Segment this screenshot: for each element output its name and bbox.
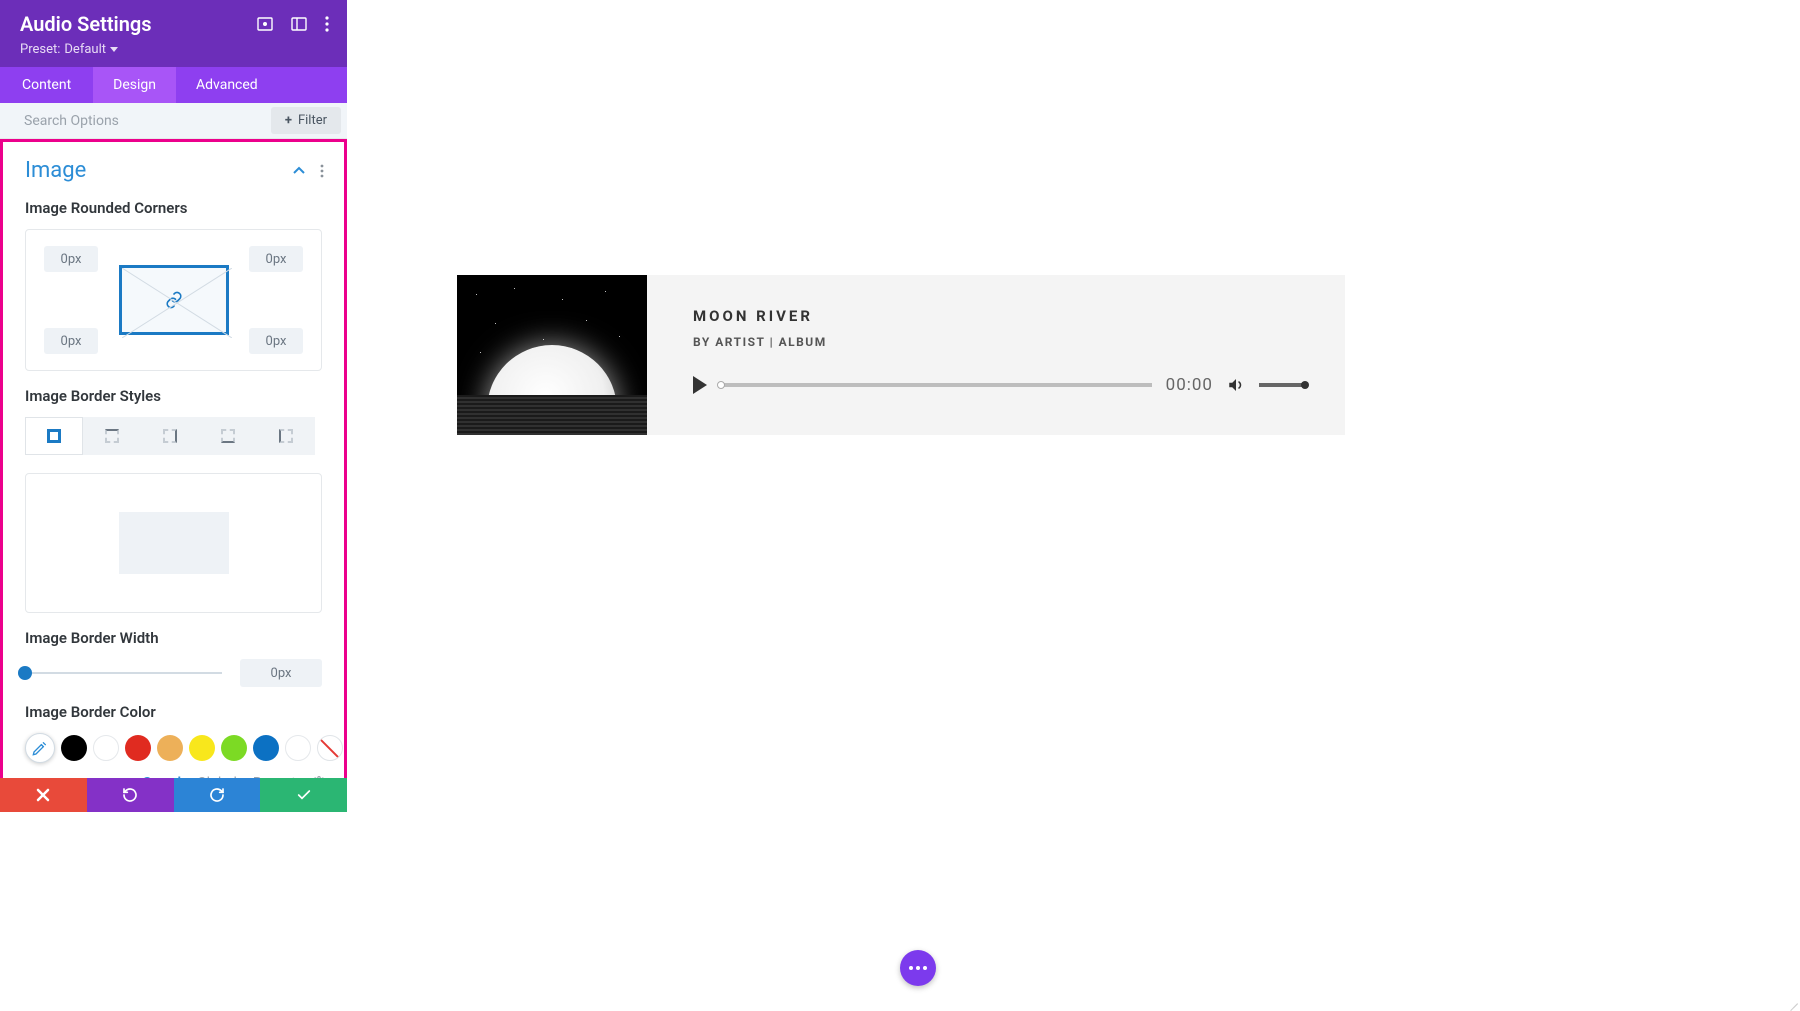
panel-header: Audio Settings Preset: Default — [0, 0, 347, 67]
swatch-white-1[interactable] — [93, 735, 119, 761]
preset-label: Preset: — [20, 42, 60, 57]
border-width-label: Image Border Width — [25, 629, 322, 647]
border-width-group: Image Border Width — [3, 623, 344, 697]
volume-slider[interactable] — [1259, 383, 1305, 387]
swatch-none[interactable] — [317, 735, 343, 761]
panel-title: Audio Settings — [20, 12, 257, 36]
swatch-yellow[interactable] — [189, 735, 215, 761]
preview-stage: MOON RIVER BY ARTIST | ALBUM 00:00 — [347, 0, 1800, 1006]
audio-module: MOON RIVER BY ARTIST | ALBUM 00:00 — [457, 275, 1345, 435]
responsive-icon[interactable] — [257, 16, 273, 32]
caret-down-icon — [110, 47, 118, 52]
preset-selector[interactable]: Preset: Default — [20, 42, 331, 57]
border-style-right[interactable] — [141, 417, 199, 455]
undo-button[interactable] — [87, 778, 174, 812]
border-width-input[interactable] — [240, 659, 322, 687]
resize-grip-icon — [1784, 990, 1798, 1004]
border-styles-label: Image Border Styles — [25, 387, 322, 405]
search-row: + Filter — [0, 103, 347, 139]
corner-bottom-right-input[interactable] — [249, 328, 303, 354]
section-header[interactable]: Image — [3, 142, 344, 193]
border-width-slider[interactable] — [25, 663, 222, 683]
border-style-bottom[interactable] — [199, 417, 257, 455]
swatch-green[interactable] — [221, 735, 247, 761]
preset-value: Default — [64, 42, 106, 57]
chevron-up-icon[interactable] — [292, 164, 306, 178]
border-style-top[interactable] — [83, 417, 141, 455]
border-style-all[interactable] — [25, 417, 83, 455]
time-display: 00:00 — [1166, 375, 1213, 395]
tab-advanced[interactable]: Advanced — [176, 67, 278, 103]
tab-content[interactable]: Content — [0, 67, 93, 103]
swatch-orange[interactable] — [157, 735, 183, 761]
settings-panel: Audio Settings Preset: Default Content D… — [0, 0, 347, 812]
plus-icon: + — [285, 113, 292, 128]
swatch-red[interactable] — [125, 735, 151, 761]
corner-top-left-input[interactable] — [44, 246, 98, 272]
volume-icon[interactable] — [1227, 376, 1245, 394]
filter-button[interactable]: + Filter — [271, 107, 341, 134]
swatch-blue[interactable] — [253, 735, 279, 761]
border-preview-box — [25, 473, 322, 613]
action-bar — [0, 778, 347, 812]
panel-body-highlight: Image Image Rounded Corners — [0, 139, 347, 812]
corner-preview — [119, 265, 229, 335]
audio-cover-image — [457, 275, 647, 435]
tab-bar: Content Design Advanced — [0, 67, 347, 103]
border-styles-group: Image Border Styles — [3, 381, 344, 623]
color-picker-button[interactable] — [25, 733, 55, 763]
track-meta: BY ARTIST | ALBUM — [693, 335, 1305, 349]
rounded-corners-label: Image Rounded Corners — [25, 199, 322, 217]
page-settings-fab[interactable] — [900, 950, 936, 986]
ellipsis-icon — [909, 966, 927, 970]
swatch-black[interactable] — [61, 735, 87, 761]
cancel-button[interactable] — [0, 778, 87, 812]
corner-top-right-input[interactable] — [249, 246, 303, 272]
redo-button[interactable] — [174, 778, 261, 812]
rounded-corners-group: Image Rounded Corners — [3, 193, 344, 381]
progress-bar[interactable] — [721, 383, 1152, 387]
player-controls: 00:00 — [693, 375, 1305, 395]
border-color-group: Image Border Color — [3, 697, 344, 767]
save-button[interactable] — [260, 778, 347, 812]
track-title: MOON RIVER — [693, 307, 1305, 325]
filter-label: Filter — [298, 113, 327, 128]
play-button[interactable] — [693, 376, 707, 394]
swatch-white-2[interactable] — [285, 735, 311, 761]
tab-design[interactable]: Design — [93, 67, 176, 103]
section-title: Image — [25, 158, 292, 183]
panel-layout-icon[interactable] — [291, 16, 307, 32]
section-kebab-icon[interactable] — [320, 164, 324, 178]
border-style-left[interactable] — [257, 417, 315, 455]
kebab-icon[interactable] — [325, 16, 329, 32]
corner-bottom-left-input[interactable] — [44, 328, 98, 354]
border-color-label: Image Border Color — [25, 703, 322, 721]
rounded-corners-control — [25, 229, 322, 371]
search-input[interactable] — [0, 103, 271, 139]
border-preview-inner — [119, 512, 229, 574]
